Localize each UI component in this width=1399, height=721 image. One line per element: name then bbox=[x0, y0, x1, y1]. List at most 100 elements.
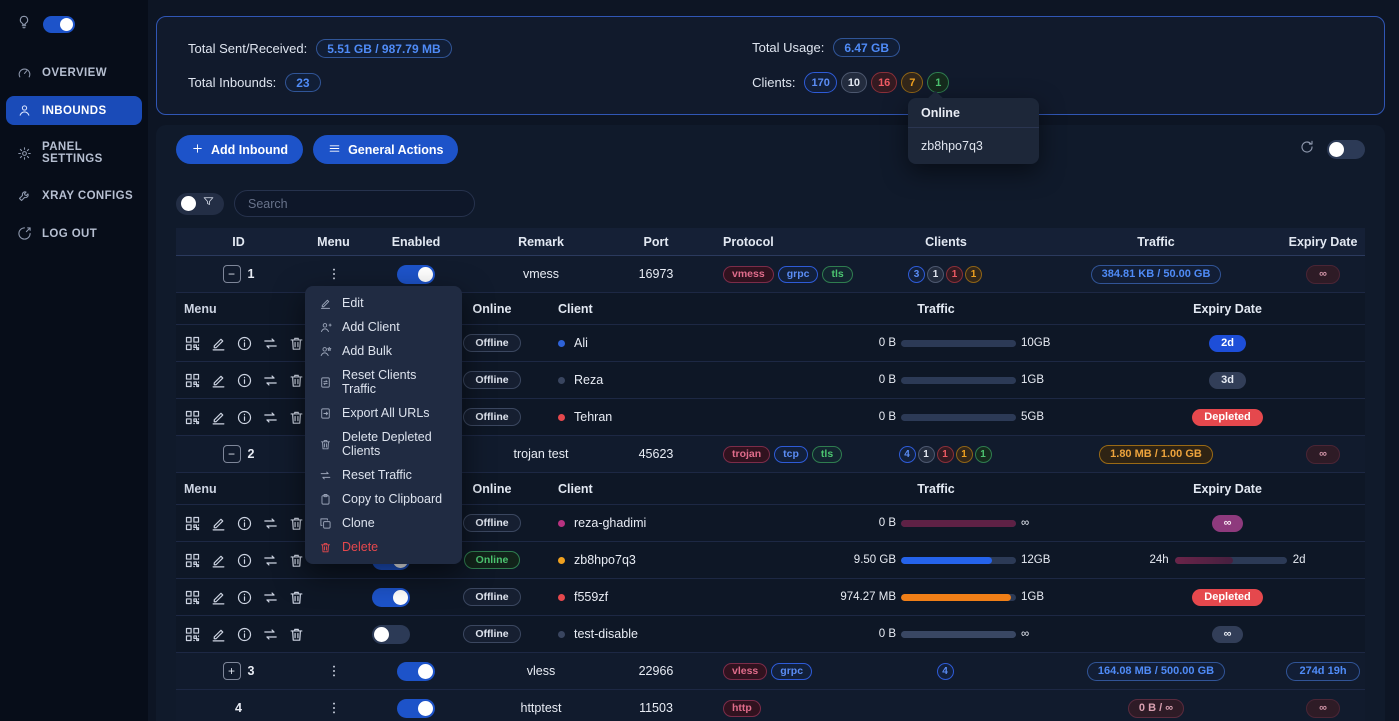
info-icon[interactable] bbox=[236, 372, 253, 389]
traffic-badge: 164.08 MB / 500.00 GB bbox=[1086, 661, 1226, 681]
theme-toggle[interactable] bbox=[43, 16, 75, 33]
context-menu: Edit Add Client Add Bulk Reset Clients T… bbox=[305, 286, 462, 564]
enabled-toggle[interactable] bbox=[397, 661, 435, 681]
edit-client-icon[interactable] bbox=[210, 409, 227, 426]
context-menu-item-copy-to-clipboard[interactable]: Copy to Clipboard bbox=[305, 487, 462, 511]
qr-icon[interactable] bbox=[184, 589, 201, 606]
inbound-row: 4 httptest 11503 http 0 B / ∞ ∞ bbox=[176, 690, 1365, 721]
clients-count-badge-gray[interactable]: 10 bbox=[840, 72, 868, 93]
edit-client-icon[interactable] bbox=[210, 515, 227, 532]
enabled-toggle[interactable] bbox=[397, 264, 435, 284]
enabled-toggle[interactable] bbox=[397, 698, 435, 718]
row-menu-button[interactable] bbox=[326, 663, 342, 679]
qr-icon[interactable] bbox=[184, 409, 201, 426]
context-menu-item-export-all-urls[interactable]: Export All URLs bbox=[305, 401, 462, 425]
reset-traffic-icon[interactable] bbox=[262, 626, 279, 643]
stat-value-pill: 6.47 GB bbox=[833, 38, 901, 57]
clients-count-badge-red[interactable]: 16 bbox=[871, 72, 898, 93]
client-count-badge-blue[interactable]: 4 bbox=[898, 445, 916, 463]
clients-count-badge-orange[interactable]: 7 bbox=[901, 72, 924, 93]
inbound-port: 11503 bbox=[639, 701, 673, 715]
delete-client-icon[interactable] bbox=[288, 372, 305, 389]
header-menu: Menu bbox=[317, 234, 350, 249]
edit-client-icon[interactable] bbox=[210, 335, 227, 352]
client-enabled-toggle[interactable] bbox=[372, 624, 410, 644]
clients-count-badge-blue[interactable]: 170 bbox=[804, 72, 837, 93]
delete-client-icon[interactable] bbox=[288, 552, 305, 569]
qr-icon[interactable] bbox=[184, 552, 201, 569]
reset-traffic-icon[interactable] bbox=[262, 409, 279, 426]
client-count-badge-red[interactable]: 1 bbox=[936, 445, 954, 463]
clients-count-badge-green[interactable]: 1 bbox=[927, 72, 950, 93]
row-menu-button[interactable] bbox=[326, 266, 342, 282]
qr-icon[interactable] bbox=[184, 335, 201, 352]
context-menu-item-delete[interactable]: Delete bbox=[305, 535, 462, 559]
reset-traffic-icon[interactable] bbox=[262, 515, 279, 532]
qr-icon[interactable] bbox=[184, 372, 201, 389]
reset-traffic-icon[interactable] bbox=[262, 589, 279, 606]
context-menu-label: Export All URLs bbox=[342, 406, 430, 420]
expand-row-icon[interactable]: + bbox=[222, 662, 241, 680]
general-actions-label: General Actions bbox=[348, 142, 444, 157]
context-menu-item-add-bulk[interactable]: Add Bulk bbox=[305, 339, 462, 363]
edit-client-icon[interactable] bbox=[210, 626, 227, 643]
context-menu-item-add-client[interactable]: Add Client bbox=[305, 315, 462, 339]
context-menu-label: Add Bulk bbox=[342, 344, 393, 358]
reset-traffic-icon[interactable] bbox=[262, 552, 279, 569]
info-icon[interactable] bbox=[236, 589, 253, 606]
edit-client-icon[interactable] bbox=[210, 552, 227, 569]
edit-client-icon[interactable] bbox=[210, 589, 227, 606]
stat-total-inbounds: Total Inbounds: 23 bbox=[188, 73, 752, 92]
sidebar-item-panel-settings[interactable]: PANEL SETTINGS bbox=[6, 134, 142, 172]
client-count-badge-blue[interactable]: 4 bbox=[936, 662, 954, 680]
client-count-badge-orange[interactable]: 1 bbox=[955, 445, 973, 463]
client-count-badge-blue[interactable]: 3 bbox=[908, 265, 925, 283]
search-input[interactable] bbox=[234, 190, 475, 217]
sidebar-item-xray-configs[interactable]: XRAY CONFIGS bbox=[6, 181, 142, 210]
delete-client-icon[interactable] bbox=[288, 626, 305, 643]
auto-refresh-toggle[interactable] bbox=[1327, 140, 1365, 159]
row-menu-button[interactable] bbox=[326, 700, 342, 716]
stats-card: Total Sent/Received: 5.51 GB / 987.79 MB… bbox=[156, 16, 1385, 115]
edit-client-icon[interactable] bbox=[210, 372, 227, 389]
client-count-badge-orange[interactable]: 1 bbox=[965, 265, 982, 283]
sidebar-item-inbounds[interactable]: INBOUNDS bbox=[6, 96, 142, 125]
client-count-badge-green[interactable]: 1 bbox=[974, 445, 992, 463]
delete-client-icon[interactable] bbox=[288, 589, 305, 606]
info-icon[interactable] bbox=[236, 335, 253, 352]
delete-client-icon[interactable] bbox=[288, 515, 305, 532]
sidebar-item-overview[interactable]: OVERVIEW bbox=[6, 58, 142, 87]
qr-icon[interactable] bbox=[184, 515, 201, 532]
client-count-badge-gray[interactable]: 1 bbox=[917, 445, 935, 463]
reset-traffic-icon[interactable] bbox=[262, 335, 279, 352]
context-menu-item-reset-traffic[interactable]: Reset Traffic bbox=[305, 463, 462, 487]
client-count-badge-gray[interactable]: 1 bbox=[927, 265, 944, 283]
collapse-row-icon[interactable]: − bbox=[222, 445, 241, 463]
protocol-tags: http bbox=[696, 699, 861, 717]
info-icon[interactable] bbox=[236, 626, 253, 643]
filter-toggle[interactable] bbox=[176, 192, 224, 215]
sidebar-item-log-out[interactable]: LOG OUT bbox=[6, 219, 142, 248]
add-inbound-button[interactable]: Add Inbound bbox=[176, 135, 304, 164]
info-icon[interactable] bbox=[236, 552, 253, 569]
user-bulk-icon bbox=[319, 345, 332, 358]
qr-icon[interactable] bbox=[184, 626, 201, 643]
sidebar-item-label: INBOUNDS bbox=[42, 104, 107, 117]
delete-client-icon[interactable] bbox=[288, 335, 305, 352]
expiry-badge: ∞ bbox=[1211, 514, 1244, 532]
app-root: OVERVIEW INBOUNDS PANEL SETTINGS XRAY CO… bbox=[0, 0, 1399, 721]
client-enabled-toggle[interactable] bbox=[372, 587, 410, 607]
delete-client-icon[interactable] bbox=[288, 409, 305, 426]
general-actions-button[interactable]: General Actions bbox=[313, 135, 459, 164]
context-menu-item-clone[interactable]: Clone bbox=[305, 511, 462, 535]
context-menu-item-edit[interactable]: Edit bbox=[305, 291, 462, 315]
collapse-row-icon[interactable]: − bbox=[222, 265, 241, 283]
client-count-badge-red[interactable]: 1 bbox=[946, 265, 963, 283]
refresh-icon[interactable] bbox=[1299, 139, 1315, 160]
inbound-port: 16973 bbox=[638, 267, 674, 281]
context-menu-item-delete-depleted-clients[interactable]: Delete Depleted Clients bbox=[305, 425, 462, 463]
info-icon[interactable] bbox=[236, 409, 253, 426]
context-menu-item-reset-clients-traffic[interactable]: Reset Clients Traffic bbox=[305, 363, 462, 401]
reset-traffic-icon[interactable] bbox=[262, 372, 279, 389]
info-icon[interactable] bbox=[236, 515, 253, 532]
